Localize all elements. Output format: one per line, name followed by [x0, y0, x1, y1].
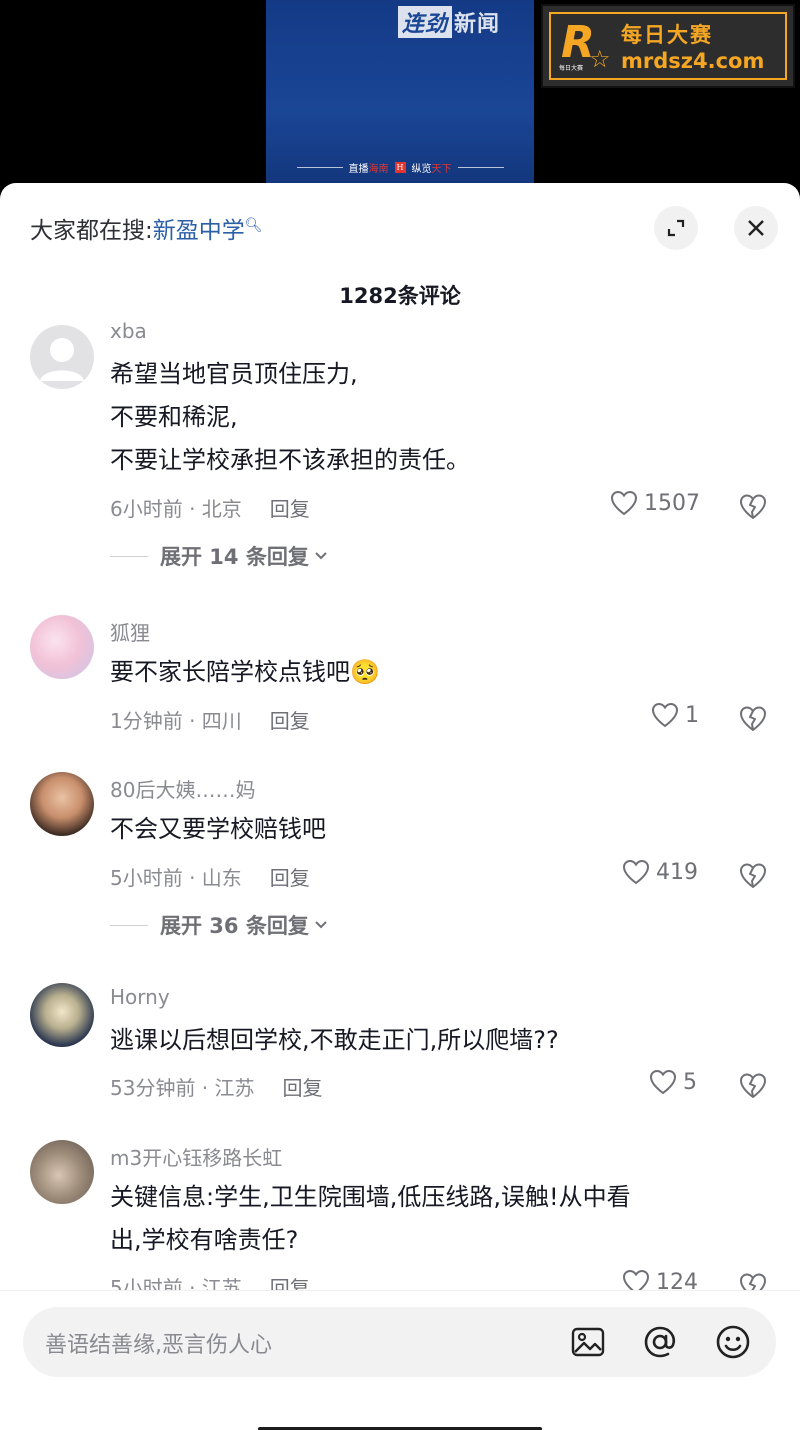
- avatar[interactable]: [30, 983, 94, 1047]
- reply-button[interactable]: 回复: [283, 1076, 323, 1100]
- broken-heart-icon: [740, 706, 766, 731]
- reply-button[interactable]: 回复: [270, 709, 310, 733]
- watermark-logo: R ☆ 每日大赛: [559, 17, 611, 73]
- video-tagline: 直播海南 H 纵览天下: [266, 160, 534, 175]
- comment-text: 希望当地官员顶住压力, 不要和稀泥, 不要让学校承担不该承担的责任。: [110, 360, 470, 474]
- comment-username[interactable]: 狐狸: [110, 617, 150, 646]
- comment-sheet: 大家都在搜:新盈中学🔍︎ 1282条评论 xba 希望当地官员顶住压力, 不要和…: [0, 183, 800, 1430]
- watermark-title: 每日大赛: [621, 23, 713, 47]
- watermark-site: mrdsz4.com: [621, 49, 765, 73]
- comment-text: 不会又要学校赔钱吧: [110, 815, 326, 843]
- image-icon[interactable]: [570, 1324, 606, 1360]
- heart-icon: [649, 1069, 677, 1095]
- comment-count-title: 1282条评论: [339, 284, 461, 308]
- like-button[interactable]: 419: [622, 859, 698, 885]
- heart-icon: [651, 702, 679, 728]
- trending-search-keyword[interactable]: 新盈中学: [153, 218, 245, 244]
- broken-heart-icon: [740, 1073, 766, 1098]
- news-logo: 连劲 新闻: [398, 6, 500, 38]
- tagline-divider: [457, 167, 504, 168]
- expand-replies-button[interactable]: 展开 36 条回复: [110, 910, 329, 940]
- comment-meta: 5小时前 · 山东 回复: [110, 866, 310, 890]
- tagline-divider: [296, 167, 343, 168]
- close-icon: [748, 220, 764, 236]
- dislike-button[interactable]: [738, 492, 768, 524]
- expand-icon: [667, 219, 685, 237]
- tagline-left: 直播海南: [348, 164, 389, 175]
- comment-username[interactable]: 80后大姨……妈: [110, 774, 255, 803]
- comment-input-placeholder: 善语结善缘,恶言伤人心: [45, 1333, 272, 1358]
- watermark: R ☆ 每日大赛 每日大赛 mrdsz4.com: [541, 4, 795, 88]
- news-logo-seal: 连劲: [398, 6, 453, 38]
- comment-meta: 6小时前 · 北京 回复: [110, 497, 310, 521]
- like-count: 419: [656, 859, 698, 885]
- avatar[interactable]: [30, 1140, 94, 1204]
- chevron-down-icon: [315, 921, 327, 929]
- comment-meta: 1分钟前 · 四川 回复: [110, 709, 310, 733]
- like-button[interactable]: 1: [651, 702, 699, 728]
- comment-text: 关键信息:学生,卫生院围墙,低压线路,误触!从中看 出,学校有啥责任?: [110, 1183, 631, 1254]
- trending-search-label: 大家都在搜:: [30, 218, 153, 244]
- dislike-button[interactable]: [738, 861, 768, 893]
- reply-button[interactable]: 回复: [270, 866, 310, 890]
- close-button[interactable]: [734, 206, 778, 250]
- tagline-logo-icon: H: [394, 162, 406, 173]
- comment-text: 逃课以后想回学校,不敢走正门,所以爬墙??: [110, 1026, 559, 1054]
- comment-meta: 53分钟前 · 江苏 回复: [110, 1076, 323, 1100]
- emoji-icon[interactable]: [715, 1324, 751, 1360]
- like-count: 5: [683, 1069, 697, 1095]
- tagline-right: 纵览天下: [411, 164, 452, 175]
- like-button[interactable]: 1507: [610, 490, 700, 516]
- at-icon[interactable]: [642, 1324, 678, 1360]
- comment-username[interactable]: Horny: [110, 985, 170, 1009]
- comment-username[interactable]: m3开心钰移路长虹: [110, 1142, 282, 1171]
- heart-icon: [610, 490, 638, 516]
- comment-text: 要不家长陪学校点钱吧🥺: [110, 658, 380, 686]
- expand-replies-button[interactable]: 展开 14 条回复: [110, 541, 329, 571]
- broken-heart-icon: [740, 863, 766, 888]
- comment-input-bar: 善语结善缘,恶言伤人心: [0, 1290, 800, 1430]
- avatar[interactable]: [30, 615, 94, 679]
- comment-username[interactable]: xba: [110, 319, 147, 343]
- dislike-button[interactable]: [738, 704, 768, 736]
- heart-icon: [622, 859, 650, 885]
- avatar[interactable]: [30, 325, 94, 389]
- emoji-icon: 🥺: [350, 658, 380, 686]
- broken-heart-icon: [740, 494, 766, 519]
- like-button[interactable]: 5: [649, 1069, 697, 1095]
- default-avatar-icon: [40, 338, 84, 381]
- comment-input[interactable]: 善语结善缘,恶言伤人心: [23, 1307, 776, 1377]
- chevron-down-icon: [315, 552, 327, 560]
- expand-button[interactable]: [654, 206, 698, 250]
- dislike-button[interactable]: [738, 1071, 768, 1103]
- trending-search[interactable]: 大家都在搜:新盈中学🔍︎: [30, 211, 263, 245]
- news-logo-text: 新闻: [454, 11, 501, 37]
- search-icon: 🔍︎: [244, 217, 263, 234]
- avatar[interactable]: [30, 772, 94, 836]
- reply-button[interactable]: 回复: [270, 497, 310, 521]
- like-count: 1507: [644, 490, 700, 516]
- star-icon: ☆: [589, 45, 611, 73]
- like-count: 1: [685, 702, 699, 728]
